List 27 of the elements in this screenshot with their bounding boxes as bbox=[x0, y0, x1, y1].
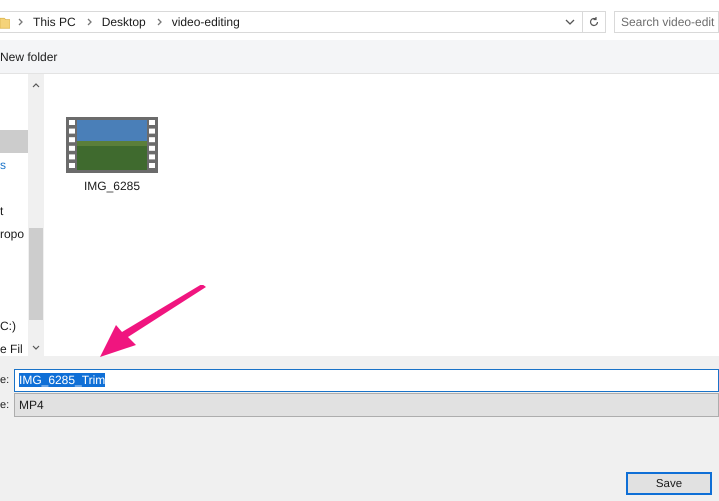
breadcrumb[interactable]: video-editing bbox=[172, 15, 240, 29]
chevron-right-icon bbox=[18, 18, 24, 26]
chevron-right-icon bbox=[86, 18, 93, 26]
address-bar[interactable]: This PC Desktop video-editing bbox=[0, 11, 606, 33]
scrollbar-thumb[interactable] bbox=[29, 228, 43, 320]
scrollbar[interactable] bbox=[28, 74, 44, 356]
file-type-dropdown[interactable]: MP4 bbox=[14, 393, 719, 417]
file-name[interactable]: IMG_6285 bbox=[84, 179, 140, 193]
search-field[interactable]: Search video-edit bbox=[614, 11, 719, 33]
file-name-value: IMG_6285_Trim bbox=[19, 373, 106, 387]
sidebar-item[interactable]: s bbox=[0, 153, 28, 176]
sidebar-item[interactable]: t bbox=[0, 199, 28, 222]
video-thumbnail[interactable] bbox=[66, 117, 158, 173]
breadcrumb[interactable]: This PC bbox=[33, 15, 76, 29]
save-button[interactable]: Save bbox=[626, 472, 712, 495]
new-folder-button[interactable]: New folder bbox=[0, 50, 58, 64]
sidebar-item[interactable]: e Fil bbox=[0, 337, 28, 356]
file-type-label: e: bbox=[0, 399, 10, 411]
sidebar-item[interactable]: ropo bbox=[0, 222, 28, 245]
scroll-down-icon[interactable] bbox=[32, 345, 40, 350]
refresh-icon bbox=[588, 16, 600, 28]
breadcrumb[interactable]: Desktop bbox=[102, 15, 146, 29]
chevron-right-icon bbox=[156, 18, 163, 26]
file-name-label: e: bbox=[0, 374, 10, 386]
sidebar-item[interactable]: C:) bbox=[0, 314, 28, 337]
file-name-field[interactable]: IMG_6285_Trim bbox=[14, 368, 719, 392]
scroll-up-icon[interactable] bbox=[32, 83, 40, 88]
